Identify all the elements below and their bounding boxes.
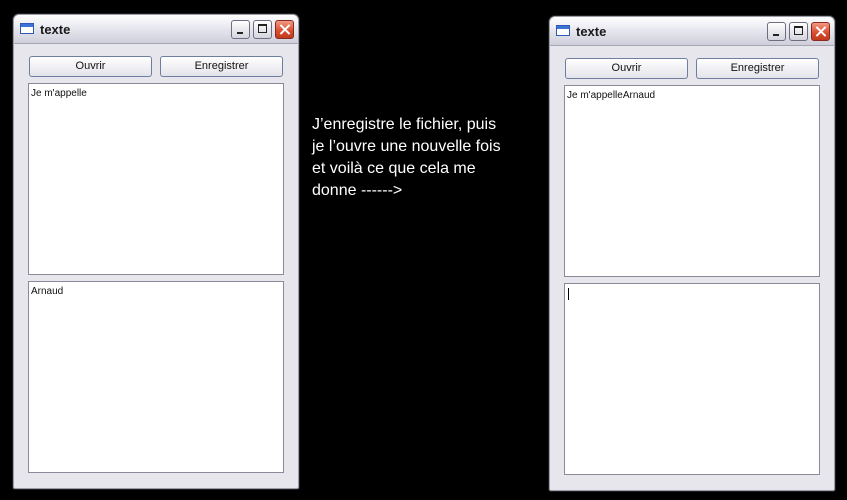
minimize-icon[interactable] (231, 20, 250, 39)
bottom-text-area[interactable]: Arnaud (28, 281, 284, 473)
close-icon[interactable] (275, 20, 294, 39)
maximize-icon[interactable] (789, 22, 808, 41)
right-window-titlebar[interactable]: texte (550, 17, 834, 46)
close-icon[interactable] (811, 22, 830, 41)
right-window: texte Ouvrir Enregistrer Je m'appelleArn… (549, 16, 835, 491)
minimize-icon[interactable] (767, 22, 786, 41)
top-text-area[interactable]: Je m'appelle (28, 83, 284, 275)
window-title: texte (40, 22, 71, 37)
bottom-text-area[interactable] (564, 283, 820, 475)
window-title: texte (576, 24, 607, 39)
window-icon (556, 25, 570, 36)
left-window: texte Ouvrir Enregistrer Je m'appelle Ar… (13, 14, 299, 489)
open-button[interactable]: Ouvrir (565, 58, 688, 79)
text-caret (568, 288, 569, 300)
maximize-icon[interactable] (253, 20, 272, 39)
save-button[interactable]: Enregistrer (696, 58, 819, 79)
save-button[interactable]: Enregistrer (160, 56, 283, 77)
window-icon (20, 23, 34, 34)
top-text-area[interactable]: Je m'appelleArnaud (564, 85, 820, 277)
explanation-caption: J’enregistre le fichier, puis je l’ouvre… (312, 116, 501, 199)
left-window-titlebar[interactable]: texte (14, 15, 298, 44)
open-button[interactable]: Ouvrir (29, 56, 152, 77)
